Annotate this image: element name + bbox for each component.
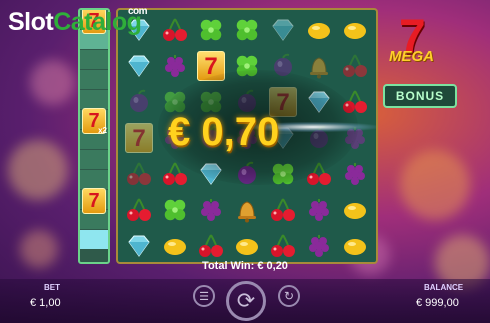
reel-cell xyxy=(229,12,265,48)
reel-cell xyxy=(301,192,337,228)
bet-value[interactable]: € 1,00 xyxy=(30,297,61,309)
reel-cell xyxy=(157,228,193,262)
grape-symbol-icon xyxy=(161,52,189,80)
spin-button[interactable]: ⟳ xyxy=(226,281,266,321)
lemon-symbol-icon xyxy=(341,232,369,260)
strip-cell xyxy=(80,50,108,69)
reel-cell xyxy=(265,192,301,228)
cherry-symbol-icon xyxy=(161,16,189,44)
reel-cell xyxy=(229,228,265,262)
reel-cell xyxy=(229,192,265,228)
logo-mega: MEGA xyxy=(389,48,434,65)
reel-cell xyxy=(301,12,337,48)
reel-cell xyxy=(121,192,157,228)
watermark-logo: SlotCatalog com xyxy=(8,6,148,37)
reel-cell xyxy=(157,12,193,48)
watermark-suffix: com xyxy=(128,6,148,17)
seven-symbol-icon: 7 xyxy=(82,188,106,214)
clover-symbol-icon xyxy=(197,16,225,44)
autoplay-icon: ↻ xyxy=(283,289,295,303)
diamond-symbol-icon xyxy=(125,52,153,80)
bottom-bar: BET € 1,00 ☰ ⟳ ↻ BALANCE € 999,00 xyxy=(0,279,490,323)
balance-label: BALANCE xyxy=(424,283,464,292)
reel-cell xyxy=(193,12,229,48)
plum-symbol-icon xyxy=(125,88,153,116)
grape-symbol-icon xyxy=(341,160,369,188)
cherry-symbol-icon xyxy=(125,160,153,188)
reel-cell xyxy=(301,228,337,262)
grape-symbol-icon xyxy=(305,196,333,224)
seven-symbol-icon: 7 xyxy=(125,123,153,153)
cherry-symbol-icon xyxy=(197,232,225,260)
lemon-symbol-icon xyxy=(161,232,189,260)
reel-cell xyxy=(193,192,229,228)
reel-cell xyxy=(337,48,373,84)
reel-cell xyxy=(337,228,373,262)
reel-cell xyxy=(265,12,301,48)
strip-cell xyxy=(80,230,108,249)
lemon-symbol-icon xyxy=(341,196,369,224)
multiplier-badge: x2 xyxy=(98,125,107,135)
reel-cell xyxy=(337,12,373,48)
reel-cell xyxy=(337,156,373,192)
lemon-symbol-icon xyxy=(305,16,333,44)
reel-cell xyxy=(121,84,157,120)
bell-symbol-icon xyxy=(233,196,261,224)
menu-icon: ☰ xyxy=(199,290,209,303)
bell-symbol-icon xyxy=(305,52,333,80)
strip-cell: 7 xyxy=(80,188,108,214)
strip-cell xyxy=(80,90,108,109)
cherry-symbol-icon xyxy=(125,196,153,224)
bokeh-light xyxy=(30,60,75,105)
watermark-part-slot: Slot xyxy=(8,8,54,36)
lemon-symbol-icon xyxy=(233,232,261,260)
bonus-button[interactable]: BONUS xyxy=(383,84,457,108)
multiplier-strip: 7 7 x2 7 xyxy=(78,8,110,264)
game-logo: 7 MEGA xyxy=(385,10,447,80)
cherry-symbol-icon xyxy=(269,196,297,224)
reel-cell xyxy=(121,48,157,84)
total-win-text: Total Win: € 0,20 xyxy=(202,260,288,272)
reel-area: 777 € 0,70 xyxy=(116,8,378,264)
autoplay-button[interactable]: ↻ xyxy=(278,285,300,307)
strip-cell xyxy=(80,150,108,169)
grape-symbol-icon xyxy=(197,196,225,224)
reel-cell: 7 xyxy=(121,120,157,156)
clover-symbol-icon xyxy=(161,196,189,224)
strip-cell: 7 x2 xyxy=(80,108,108,135)
spin-icon: ⟳ xyxy=(236,288,256,313)
reel-cell xyxy=(193,228,229,262)
clover-symbol-icon xyxy=(233,16,261,44)
bokeh-light xyxy=(400,150,470,220)
cherry-symbol-icon xyxy=(341,52,369,80)
reel-cell xyxy=(121,228,157,262)
grape-symbol-icon xyxy=(305,232,333,260)
win-amount: € 0,70 xyxy=(168,110,280,154)
reel-cell xyxy=(337,192,373,228)
bokeh-light xyxy=(8,140,68,200)
strip-cell xyxy=(80,170,108,189)
balance-value: € 999,00 xyxy=(416,297,459,309)
settings-button[interactable]: ☰ xyxy=(193,285,215,307)
strip-cell xyxy=(80,70,108,89)
lemon-symbol-icon xyxy=(341,16,369,44)
diamond-symbol-icon xyxy=(125,232,153,260)
reel-cell xyxy=(157,48,193,84)
reel-cell xyxy=(265,228,301,262)
diamond-symbol-icon xyxy=(269,16,297,44)
reel-cell xyxy=(121,156,157,192)
reel-cell xyxy=(157,192,193,228)
cherry-symbol-icon xyxy=(269,232,297,260)
bet-label: BET xyxy=(44,283,60,292)
